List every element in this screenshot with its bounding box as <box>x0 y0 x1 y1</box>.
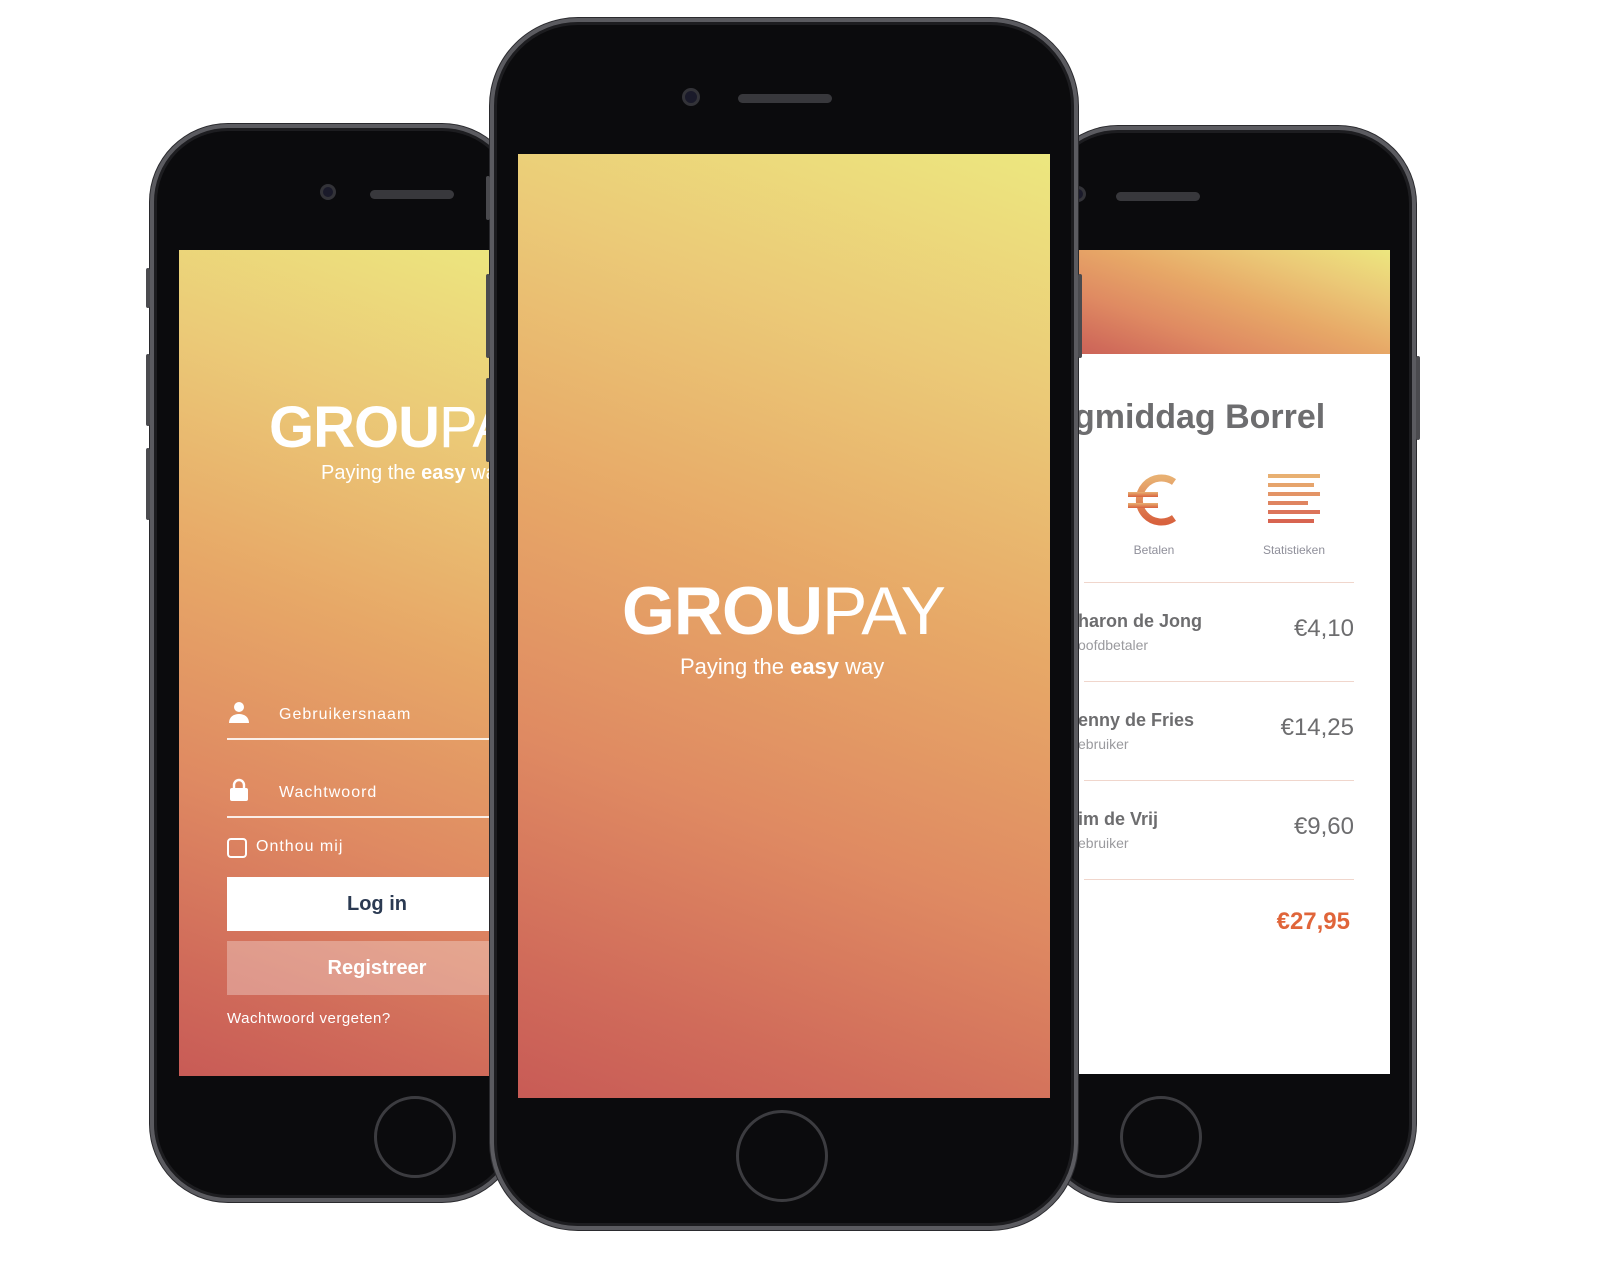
statistics-label: Statistieken <box>1262 543 1326 557</box>
member-name: enny de Fries <box>1078 710 1195 730</box>
member-role: oofdbetaler <box>1078 637 1149 653</box>
tagline: Paying the easy way <box>321 462 507 485</box>
member-row[interactable]: haron de Jong oofdbetaler €4,10 <box>1078 583 1354 682</box>
password-field[interactable]: Wachtwoord <box>227 772 524 818</box>
username-placeholder: Gebruikersnaam <box>279 706 412 723</box>
lock-icon <box>230 778 248 801</box>
tagline-bold: easy <box>790 654 840 679</box>
remember-checkbox[interactable] <box>227 838 247 858</box>
remember-label: Onthou mij <box>256 838 344 855</box>
phone-center: GROUPAY Paying the easy way <box>486 18 1082 1230</box>
member-amount: €9,60 <box>1293 813 1354 840</box>
member-row[interactable]: im de Vrij ebruiker €9,60 <box>1078 781 1354 880</box>
speaker <box>370 190 454 199</box>
camera-icon <box>320 184 336 200</box>
pay-label: Betalen <box>1133 543 1175 557</box>
logo-light-text: PAY <box>822 573 946 649</box>
logo-bold-text: GROU <box>269 395 440 460</box>
tagline-pre: Paying the <box>680 654 791 679</box>
app-logo: GROUPAY <box>622 572 946 650</box>
member-role: ebruiker <box>1078 835 1129 851</box>
user-icon <box>229 702 249 723</box>
password-placeholder: Wachtwoord <box>279 784 378 801</box>
speaker <box>1116 192 1200 201</box>
euro-icon <box>1128 474 1177 526</box>
tagline-bold: easy <box>421 462 466 484</box>
event-screen: gmiddag Borrel Betalen Statistieken haro… <box>1044 250 1390 1074</box>
member-amount: €4,10 <box>1293 615 1354 642</box>
pay-menu-item[interactable]: Betalen <box>1104 470 1204 557</box>
total-amount: €27,95 <box>1276 908 1350 935</box>
home-button[interactable] <box>1120 1096 1202 1178</box>
login-button[interactable]: Log in <box>227 877 524 931</box>
statistics-icon <box>1268 474 1320 523</box>
home-button[interactable] <box>736 1110 828 1202</box>
logo-bold-text: GROU <box>622 573 823 649</box>
camera-icon <box>682 88 700 106</box>
member-name: haron de Jong <box>1078 611 1203 631</box>
forgot-password-link[interactable]: Wachtwoord vergeten? <box>227 1010 391 1027</box>
register-button[interactable]: Registreer <box>227 941 524 995</box>
member-amount: €14,25 <box>1280 714 1354 741</box>
member-row[interactable]: enny de Fries ebruiker €14,25 <box>1078 682 1354 781</box>
tagline-pre: Paying the <box>321 462 422 484</box>
phone-right: gmiddag Borrel Betalen Statistieken haro… <box>1040 126 1420 1202</box>
phone-left: GROUPAY Paying the easy way Gebruikersna… <box>146 124 524 1202</box>
statistics-menu-item[interactable]: Statistieken <box>1244 470 1344 557</box>
tagline: Paying the easy way <box>680 654 884 680</box>
username-field[interactable]: Gebruikersnaam <box>227 694 524 740</box>
splash-screen: GROUPAY Paying the easy way <box>518 154 1050 1098</box>
tagline-post: way <box>839 654 885 679</box>
event-title: gmiddag Borrel <box>1074 398 1326 436</box>
login-screen: GROUPAY Paying the easy way Gebruikersna… <box>179 250 524 1076</box>
member-name: im de Vrij <box>1078 809 1159 829</box>
speaker <box>738 94 832 103</box>
member-role: ebruiker <box>1078 736 1129 752</box>
home-button[interactable] <box>374 1096 456 1178</box>
